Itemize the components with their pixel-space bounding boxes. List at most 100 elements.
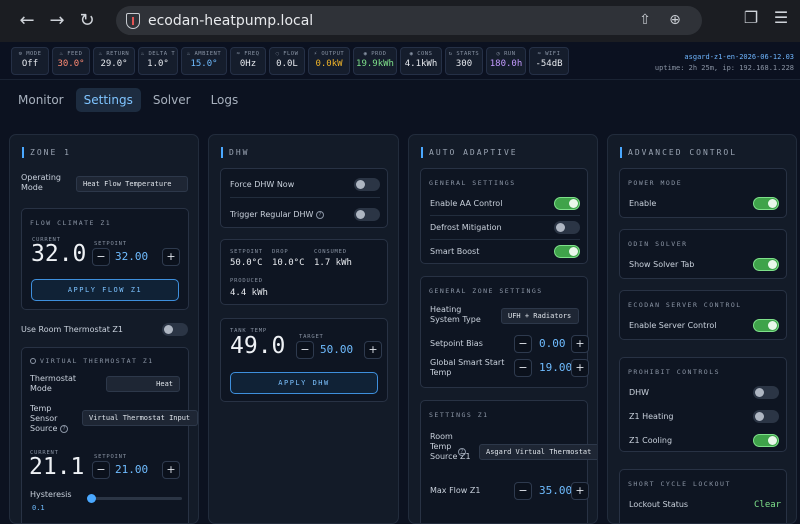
status-tile-delta-t: ♨ DELTA T 1.0° <box>138 47 178 75</box>
room-temp-select[interactable]: Asgard Virtual Thermostat <box>479 444 597 460</box>
help-icon[interactable]: ? <box>316 210 324 219</box>
smart-boost-toggle[interactable] <box>554 245 580 258</box>
zone-settings-title: GENERAL ZONE SETTINGS <box>429 287 543 295</box>
target-label: TARGET <box>299 334 324 340</box>
shield-icon <box>126 12 140 29</box>
use-room-thermostat-toggle[interactable] <box>162 323 188 336</box>
zone-settings-card: GENERAL ZONE SETTINGS Heating System Typ… <box>420 276 589 388</box>
flow-setpoint-value: 32.00 <box>115 250 149 263</box>
dhw-increment-button[interactable]: + <box>364 341 382 359</box>
help-icon[interactable]: ? <box>458 448 466 456</box>
dhw-decrement-button[interactable]: − <box>296 341 314 359</box>
hysteresis-slider[interactable] <box>87 494 182 503</box>
power-mode-title: POWER MODE <box>628 179 683 187</box>
prohibit-dhw-label: DHW <box>629 388 650 397</box>
bias-decrement-button[interactable]: − <box>514 335 532 353</box>
bias-increment-button[interactable]: + <box>571 335 589 353</box>
smart-start-decrement-button[interactable]: − <box>514 359 532 377</box>
tab-monitor[interactable]: Monitor <box>10 88 72 112</box>
force-dhw-toggle[interactable] <box>354 178 380 191</box>
circle-icon <box>30 358 36 364</box>
add-icon[interactable]: ⊕ <box>666 12 684 30</box>
status-tile-ambient: ♨ AMBIENT 15.0° <box>181 47 227 75</box>
address-bar[interactable]: ecodan-heatpump.local ⇧ ⊕ <box>116 6 702 35</box>
thermostat-mode-select[interactable]: Heat <box>106 376 180 392</box>
z1-cooling-toggle[interactable] <box>753 434 779 447</box>
slider-thumb[interactable] <box>87 494 96 503</box>
status-tile-value: 30.0° <box>57 59 85 69</box>
smart-start-increment-button[interactable]: + <box>571 359 589 377</box>
show-solver-toggle[interactable] <box>753 258 779 271</box>
advanced-control-title: ADVANCED CONTROL <box>620 147 737 158</box>
z1-heating-toggle[interactable] <box>753 410 779 423</box>
defrost-label: Defrost Mitigation <box>430 223 502 232</box>
operating-mode-select[interactable]: Heat Flow Temperature <box>76 176 188 192</box>
tile-icon: ⚙ <box>18 51 23 57</box>
flow-current-value: 32.0 <box>31 241 87 267</box>
advanced-control-panel: ADVANCED CONTROL POWER MODE Enable ODIN … <box>607 134 797 524</box>
room-temp-label: Room Temp Source Z1 <box>430 432 471 461</box>
vt-increment-button[interactable]: + <box>162 461 180 479</box>
dhw-setpoint-value: 50.0°C <box>230 258 263 268</box>
tab-bar: Monitor Settings Solver Logs <box>10 88 246 112</box>
divider <box>430 215 580 216</box>
back-arrow-icon[interactable]: ← <box>12 5 42 35</box>
setpoint-bias-value: 0.00 <box>539 337 566 350</box>
help-icon[interactable]: ? <box>60 424 69 433</box>
power-mode-card: POWER MODE Enable <box>619 168 787 218</box>
smart-start-label: Global Smart Start Temp <box>430 358 505 377</box>
max-flow-increment-button[interactable]: + <box>571 482 589 500</box>
status-tile-value: 300 <box>455 59 473 69</box>
enable-aa-toggle[interactable] <box>554 197 580 210</box>
tab-logs[interactable]: Logs <box>203 88 247 112</box>
general-settings-card: GENERAL SETTINGS Enable AA Control Defro… <box>420 168 588 264</box>
prohibit-controls-card: PROHIBIT CONTROLS DHW Z1 Heating Z1 Cool… <box>619 357 787 452</box>
defrost-toggle[interactable] <box>554 221 580 234</box>
max-flow-value: 35.00 <box>539 484 573 497</box>
status-tile-prod: ◉ PROD 19.9kWh <box>353 47 397 75</box>
enable-server-toggle[interactable] <box>753 319 779 332</box>
operating-mode-label: Operating Mode <box>21 173 61 192</box>
apply-flow-button[interactable]: APPLY FLOW Z1 <box>31 279 179 301</box>
status-tile-value: 15.0° <box>190 59 218 69</box>
divider <box>230 197 380 198</box>
tab-solver[interactable]: Solver <box>145 88 199 112</box>
smart-start-value: 19.00 <box>539 361 573 374</box>
status-tile-wifi: ≈ WIFI -54dB <box>529 47 569 75</box>
enable-toggle[interactable] <box>753 197 779 210</box>
status-tile-label: ≈ WIFI <box>537 51 561 57</box>
flow-increment-button[interactable]: + <box>162 248 180 266</box>
show-solver-label: Show Solver Tab <box>629 260 695 269</box>
max-flow-decrement-button[interactable]: − <box>514 482 532 500</box>
server-control-title: ECODAN SERVER CONTROL <box>628 301 742 309</box>
menu-icon[interactable]: ☰ <box>768 8 794 34</box>
dhw-stats-card: SETPOINT 50.0°C DROP 10.0°C CONSUMED 1.7… <box>220 239 388 305</box>
flow-decrement-button[interactable]: − <box>92 248 110 266</box>
status-tile-label: ⚙ MODE <box>18 51 42 57</box>
heating-type-select[interactable]: UFH + Radiators <box>501 308 579 324</box>
tile-icon: ♨ <box>186 51 191 57</box>
vt-decrement-button[interactable]: − <box>92 461 110 479</box>
tabs-icon[interactable]: ❐ <box>738 8 764 34</box>
auto-adaptive-title: AUTO ADAPTIVE <box>421 147 518 158</box>
lockout-status-label: Lockout Status <box>629 500 689 509</box>
trigger-dhw-toggle[interactable] <box>354 208 380 221</box>
uptime-text: uptime: 2h 25m, ip: 192.168.1.228 <box>654 64 794 72</box>
hysteresis-label: Hysteresis <box>30 490 72 499</box>
tab-settings[interactable]: Settings <box>75 88 141 112</box>
forward-arrow-icon[interactable]: → <box>42 5 72 35</box>
apply-dhw-button[interactable]: APPLY DHW <box>230 372 378 394</box>
status-tile-value: 19.9kWh <box>356 59 394 69</box>
zone1-title: ZONE 1 <box>22 147 71 158</box>
trigger-dhw-label: Trigger Regular DHW ? <box>230 210 324 219</box>
status-tile-output: ⚡ OUTPUT 0.0kW <box>308 47 350 75</box>
reload-icon[interactable]: ↻ <box>72 5 102 35</box>
share-icon[interactable]: ⇧ <box>636 12 654 30</box>
tile-icon: ≈ <box>236 51 241 57</box>
status-tile-feed: ♨ FEED 30.0° <box>52 47 90 75</box>
dhw-title: DHW <box>221 147 249 158</box>
short-cycle-lockout-title: SHORT CYCLE LOCKOUT <box>628 480 731 488</box>
prohibit-dhw-toggle[interactable] <box>753 386 779 399</box>
temp-sensor-select[interactable]: Virtual Thermostat Input <box>82 410 198 426</box>
tile-icon: ◷ <box>496 51 501 57</box>
